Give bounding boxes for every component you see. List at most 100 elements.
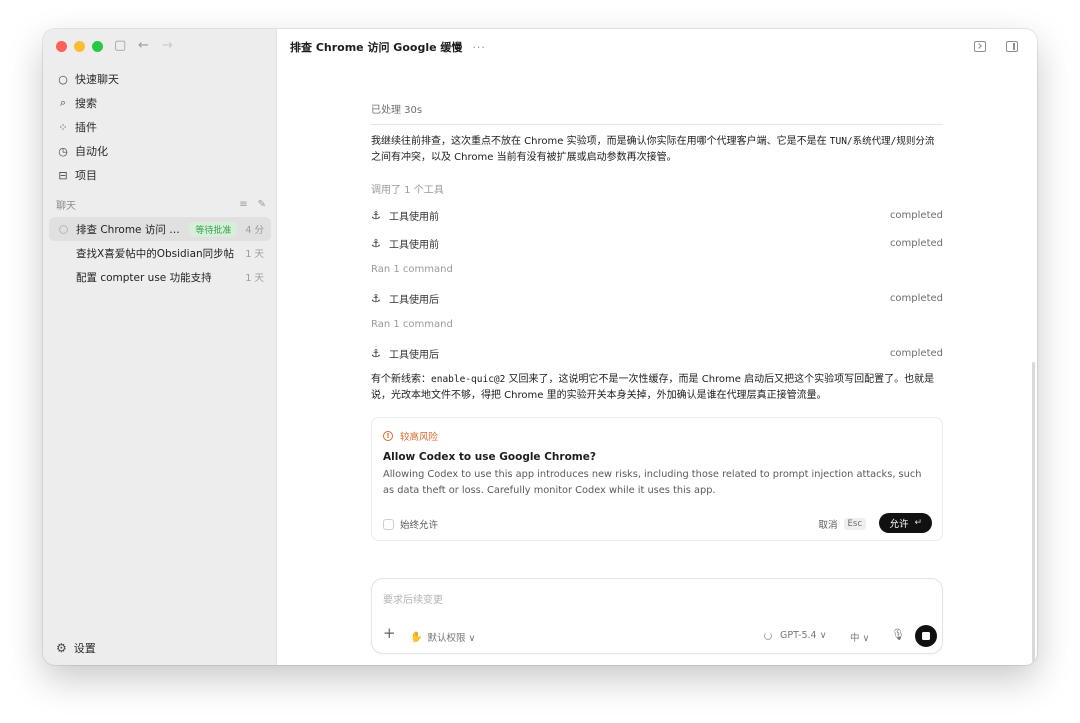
nav-label: 项目 (75, 169, 97, 182)
topbar: 排查 Chrome 访问 Google 缓慢 ··· (277, 29, 1037, 65)
permission-selector[interactable]: ✋ 默认权限 ∨ (410, 630, 476, 645)
more-options-icon[interactable]: ··· (472, 41, 486, 54)
back-arrow-icon[interactable]: ← (138, 39, 149, 53)
always-allow-label: 始终允许 (400, 520, 439, 531)
risk-header: ! 较高风险 (383, 429, 438, 443)
risk-label: 较高风险 (400, 432, 439, 443)
tool-call-row[interactable]: ⚓ 工具使用后 completed (371, 346, 943, 361)
model-label: GPT-5.4 ∨ (780, 630, 827, 641)
tool-call-row[interactable]: ⚓ 工具使用后 completed (371, 291, 943, 306)
tool-status: completed (889, 293, 943, 304)
language-selector[interactable]: 中 ∨ (850, 630, 869, 644)
chat-time: 4 分 (245, 225, 264, 236)
tool-call-row[interactable]: ⚓ 工具使用前 completed (371, 236, 943, 251)
nav-label: 插件 (75, 121, 97, 134)
message-text: 我继续往前排查，这次重点不放在 Chrome 实验项，而是确认你实际在用哪个代理… (371, 136, 830, 147)
loading-icon (764, 631, 772, 640)
allow-label: 允许 (889, 519, 909, 530)
side-panel-icon[interactable] (1006, 41, 1018, 52)
add-attachment-icon[interactable]: + (383, 626, 396, 641)
status-badge: 等待批准 (189, 221, 238, 237)
approval-card: ! 较高风险 Allow Codex to use Google Chrome?… (371, 417, 943, 541)
ran-command-label[interactable]: Ran 1 command (371, 319, 453, 330)
hand-icon: ✋ (410, 631, 423, 643)
filter-icon[interactable]: ≡ (239, 199, 247, 210)
settings-label: 设置 (73, 642, 96, 655)
clock-icon: ◷ (58, 144, 68, 158)
model-selector[interactable]: GPT-5.4 ∨ (764, 630, 827, 641)
anchor-icon: ⚓ (371, 292, 381, 305)
search-icon: ⌕ (59, 96, 67, 109)
permission-label: 默认权限 ∨ (427, 633, 476, 644)
app-window: ▢ ← → ○ 快速聊天 ⌕ 搜索 ⁘ 插件 ◷ 自动化 ⊟ 项目 聊天 ≡ ✎… (43, 29, 1037, 665)
inline-code: TUN/系统代理/规则分流 (829, 136, 935, 147)
allow-button[interactable]: 允许 ↵ (879, 513, 932, 533)
assistant-message: 我继续往前排查，这次重点不放在 Chrome 实验项，而是确认你实际在用哪个代理… (371, 134, 943, 166)
chat-time: 1 天 (245, 249, 264, 260)
window-controls (56, 41, 103, 52)
tool-label: 工具使用前 (389, 240, 439, 251)
scrollbar[interactable] (1032, 362, 1035, 662)
nav-search[interactable]: ⌕ 搜索 (56, 91, 119, 115)
warning-icon: ! (383, 431, 393, 441)
message-text: 有个新线索： (371, 374, 431, 385)
enter-key-icon: ↵ (914, 518, 922, 528)
cancel-button[interactable]: 取消 Esc (818, 517, 866, 531)
composer[interactable]: 要求后续变更 + ✋ 默认权限 ∨ GPT-5.4 ∨ 中 ∨ 🎙 (371, 578, 943, 654)
composer-input[interactable]: 要求后续变更 (383, 591, 443, 606)
anchor-icon: ⚓ (371, 209, 381, 222)
nav-quick-chat[interactable]: ○ 快速聊天 (56, 67, 119, 91)
tool-call-row[interactable]: ⚓ 工具使用前 completed (371, 208, 943, 223)
tool-label: 工具使用后 (389, 350, 439, 361)
terminal-icon[interactable] (974, 41, 986, 52)
chat-item[interactable]: 配置 compter use 功能支持 1 天 (49, 265, 271, 289)
chat-list: 排查 Chrome 访问 Go... 等待批准 4 分 查找X喜爱帖中的Obsi… (49, 217, 271, 289)
ran-command-label[interactable]: Ran 1 command (371, 264, 453, 275)
settings-button[interactable]: ⚙ 设置 (56, 640, 96, 656)
plugins-icon: ⁘ (58, 120, 68, 134)
approval-description: Allowing Codex to use this app introduce… (383, 469, 922, 496)
stop-button[interactable] (915, 625, 937, 647)
nav-label: 自动化 (75, 145, 108, 158)
nav-automation[interactable]: ◷ 自动化 (56, 139, 119, 163)
processed-time: 已处理 30s (371, 101, 943, 125)
tool-label: 工具使用前 (389, 212, 439, 223)
folder-icon: ⊟ (58, 168, 68, 182)
chat-title: 配置 compter use 功能支持 (76, 271, 212, 284)
approval-title: Allow Codex to use Google Chrome? (383, 451, 596, 463)
gear-icon: ⚙ (56, 641, 67, 655)
loading-spinner-icon (59, 224, 68, 234)
cancel-label: 取消 (818, 520, 838, 531)
checkbox-icon[interactable] (383, 518, 394, 530)
chats-section-header: 聊天 ≡ ✎ (56, 197, 266, 212)
chat-title: 查找X喜爱帖中的Obsidian同步帖 (76, 247, 235, 260)
section-label: 聊天 (56, 201, 76, 212)
forward-arrow-icon[interactable]: → (162, 39, 173, 53)
nav-label: 快速聊天 (75, 73, 119, 86)
microphone-icon[interactable]: 🎙 (891, 628, 905, 641)
tool-label: 工具使用后 (389, 295, 439, 306)
esc-key-hint: Esc (843, 518, 866, 530)
always-allow-checkbox[interactable]: 始终允许 (383, 517, 438, 531)
nav-projects[interactable]: ⊟ 项目 (56, 163, 119, 187)
minimize-window-button[interactable] (74, 41, 85, 52)
chat-bubble-icon: ○ (58, 72, 68, 86)
nav-plugins[interactable]: ⁘ 插件 (56, 115, 119, 139)
tool-status: completed (889, 238, 943, 249)
tool-status: completed (889, 210, 943, 221)
close-window-button[interactable] (56, 41, 67, 52)
sidebar-nav: ○ 快速聊天 ⌕ 搜索 ⁘ 插件 ◷ 自动化 ⊟ 项目 (56, 67, 119, 187)
assistant-message: 有个新线索：enable-quic@2 又回来了，这说明它不是一次性缓存，而是 … (371, 372, 943, 404)
chat-item[interactable]: 查找X喜爱帖中的Obsidian同步帖 1 天 (49, 241, 271, 265)
sidebar-toggle-icon[interactable]: ▢ (114, 39, 126, 53)
page-title: 排查 Chrome 访问 Google 缓慢 (290, 41, 463, 54)
tools-used-label[interactable]: 调用了 1 个工具 (371, 181, 444, 196)
chat-time: 1 天 (245, 273, 264, 284)
chat-item[interactable]: 排查 Chrome 访问 Go... 等待批准 4 分 (49, 217, 271, 241)
tool-status: completed (889, 348, 943, 359)
new-chat-icon[interactable]: ✎ (258, 199, 266, 210)
anchor-icon: ⚓ (371, 237, 381, 250)
message-text: 之间有冲突，以及 Chrome 当前有没有被扩展或启动参数再次接管。 (371, 152, 677, 163)
zoom-window-button[interactable] (92, 41, 103, 52)
main-panel: 排查 Chrome 访问 Google 缓慢 ··· 已处理 30s 我继续往前… (276, 29, 1037, 665)
